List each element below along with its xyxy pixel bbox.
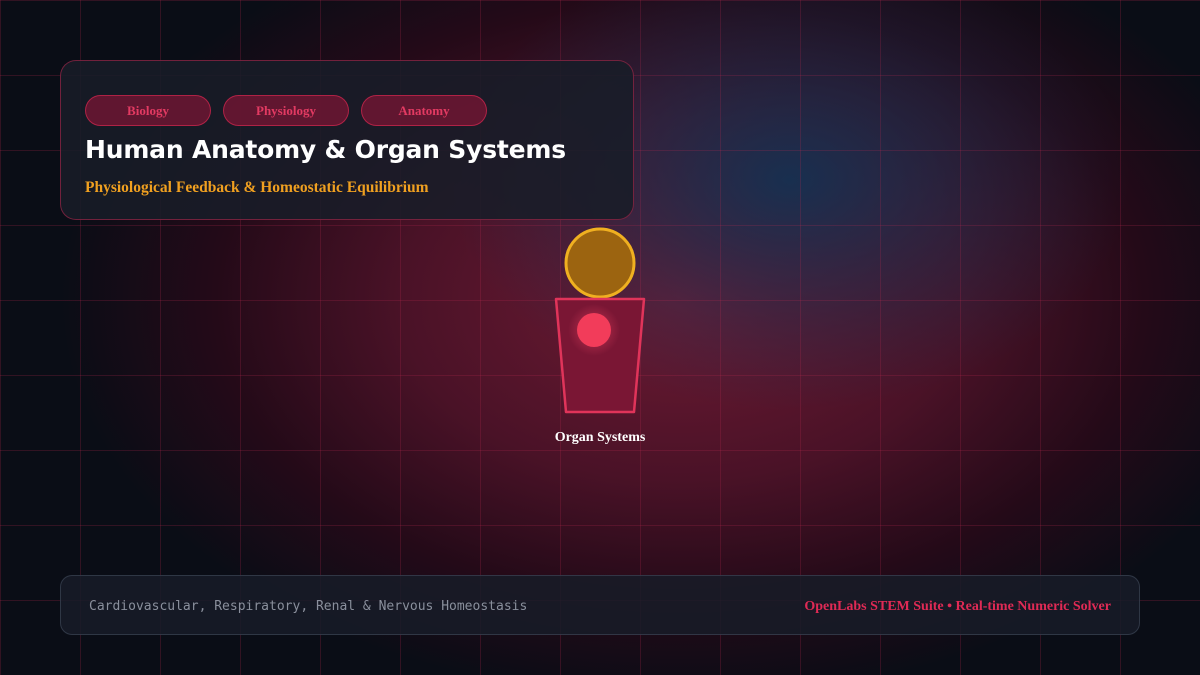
tag-physiology[interactable]: Physiology — [223, 95, 349, 126]
organ-systems-figure[interactable] — [550, 222, 650, 422]
figure-label: Organ Systems — [554, 430, 646, 445]
tag-anatomy[interactable]: Anatomy — [361, 95, 487, 126]
title-card: Biology Physiology Anatomy Human Anatomy… — [60, 60, 634, 220]
tag-row: Biology Physiology Anatomy — [85, 95, 487, 126]
footer-bar: Cardiovascular, Respiratory, Renal & Ner… — [60, 575, 1140, 635]
page-title: Human Anatomy & Organ Systems — [85, 135, 566, 164]
footer-branding: OpenLabs STEM Suite • Real-time Numeric … — [804, 599, 1111, 614]
footer-description: Cardiovascular, Respiratory, Renal & Ner… — [89, 599, 528, 614]
app-canvas: Biology Physiology Anatomy Human Anatomy… — [0, 0, 1200, 675]
page-subtitle: Physiological Feedback & Homeostatic Equ… — [85, 179, 429, 196]
head-icon — [564, 227, 636, 299]
heart-icon — [577, 313, 611, 347]
tag-biology[interactable]: Biology — [85, 95, 211, 126]
